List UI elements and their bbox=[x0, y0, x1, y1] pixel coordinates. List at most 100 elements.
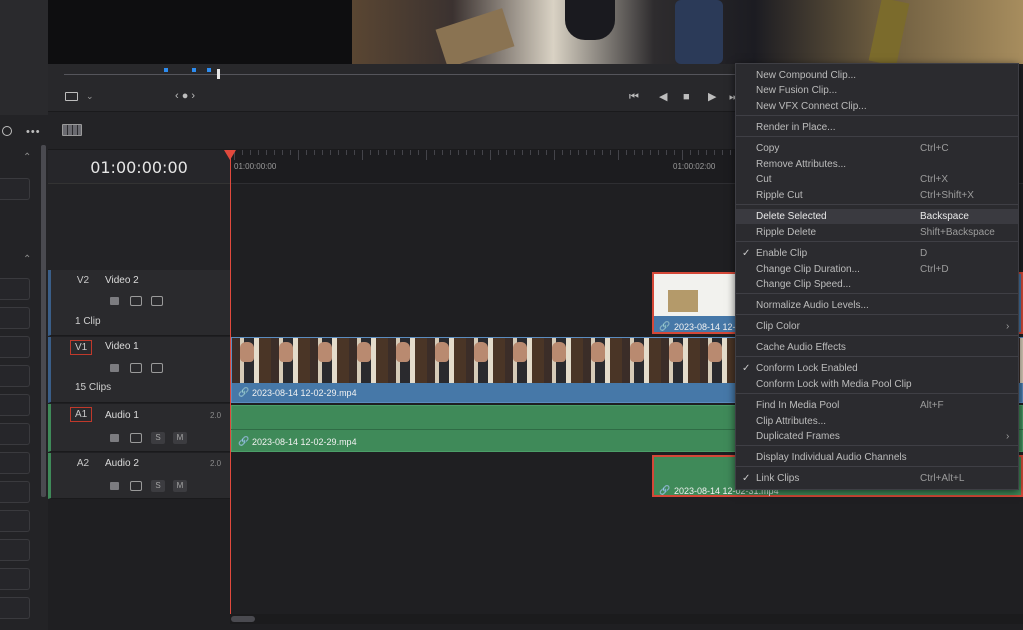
menu-separator bbox=[736, 445, 1018, 446]
menu-item[interactable]: Clip Color › bbox=[736, 319, 1018, 334]
track-name-v2[interactable]: Video 2 bbox=[105, 275, 139, 286]
lock-icon[interactable] bbox=[110, 297, 119, 305]
playhead-handle[interactable] bbox=[224, 150, 236, 160]
menu-item[interactable]: New VFX Connect Clip... bbox=[736, 99, 1018, 114]
chevron-down-icon[interactable]: ⌄ bbox=[86, 91, 94, 102]
menu-item[interactable]: ✓ Conform Lock Enabled bbox=[736, 361, 1018, 376]
ruler-tick bbox=[482, 150, 483, 155]
menu-item[interactable]: New Compound Clip... bbox=[736, 68, 1018, 83]
film-icon[interactable] bbox=[151, 363, 163, 373]
marker[interactable] bbox=[192, 68, 196, 72]
menu-item[interactable]: Copy Ctrl+C bbox=[736, 141, 1018, 156]
auto-select-icon[interactable] bbox=[130, 296, 142, 306]
menu-item[interactable]: Remove Attributes... bbox=[736, 157, 1018, 172]
track-id-a1[interactable]: A1 bbox=[70, 407, 93, 422]
collapse-chevron-icon[interactable]: ⌃ bbox=[23, 254, 31, 265]
timeline-view-options-icon[interactable] bbox=[62, 124, 82, 136]
filmstrip-frame-face bbox=[318, 342, 332, 362]
lock-icon[interactable] bbox=[110, 364, 119, 372]
menu-item[interactable]: Cut Ctrl+X bbox=[736, 172, 1018, 187]
mute-button[interactable]: M bbox=[173, 480, 187, 492]
left-list-item[interactable] bbox=[0, 510, 30, 532]
menu-item[interactable]: Conform Lock with Media Pool Clip bbox=[736, 377, 1018, 392]
menu-item[interactable]: Render in Place... bbox=[736, 120, 1018, 135]
viewer-playhead[interactable] bbox=[217, 69, 220, 79]
timeline-horizontal-scrollbar[interactable] bbox=[230, 614, 1023, 624]
left-scrollbar[interactable] bbox=[41, 145, 46, 497]
check-icon: ✓ bbox=[742, 248, 751, 259]
menu-item-shortcut: Ctrl+X bbox=[920, 174, 949, 185]
mute-button[interactable]: M bbox=[173, 432, 187, 444]
marker[interactable] bbox=[207, 68, 211, 72]
menu-item[interactable]: Clip Attributes... bbox=[736, 414, 1018, 429]
lock-icon[interactable] bbox=[110, 434, 119, 442]
menu-item[interactable]: Ripple Delete Shift+Backspace bbox=[736, 225, 1018, 240]
menu-item[interactable]: Delete Selected Backspace bbox=[736, 209, 1018, 224]
menu-separator bbox=[736, 115, 1018, 116]
menu-item[interactable]: ✓ Enable Clip D bbox=[736, 246, 1018, 261]
menu-item[interactable]: Display Individual Audio Channels bbox=[736, 450, 1018, 465]
menu-item[interactable]: Duplicated Frames › bbox=[736, 429, 1018, 444]
left-list-item[interactable] bbox=[0, 307, 30, 329]
left-list-item[interactable] bbox=[0, 336, 30, 358]
menu-item[interactable]: ✓ Link Clips Ctrl+Alt+L bbox=[736, 471, 1018, 486]
menu-item[interactable]: Change Clip Speed... bbox=[736, 277, 1018, 292]
collapse-chevron-icon[interactable]: ⌃ bbox=[23, 152, 31, 163]
scrollbar-thumb[interactable] bbox=[231, 616, 255, 622]
menu-item[interactable]: Cache Audio Effects bbox=[736, 340, 1018, 355]
chevron-right-icon: › bbox=[1006, 431, 1010, 442]
menu-item-label: Cut bbox=[756, 174, 772, 185]
play-reverse-icon[interactable]: ◀ bbox=[659, 91, 667, 103]
track-name-v1[interactable]: Video 1 bbox=[105, 341, 139, 352]
lock-icon[interactable] bbox=[110, 482, 119, 490]
track-name-a1[interactable]: Audio 1 bbox=[105, 410, 139, 421]
ruler-tick bbox=[626, 150, 627, 155]
menu-item-label: Display Individual Audio Channels bbox=[756, 452, 907, 463]
menu-item[interactable]: Find In Media Pool Alt+F bbox=[736, 398, 1018, 413]
skip-to-start-icon[interactable]: ⏮ bbox=[629, 91, 639, 103]
film-icon[interactable] bbox=[151, 296, 163, 306]
menu-item[interactable]: New Fusion Clip... bbox=[736, 83, 1018, 98]
search-icon[interactable] bbox=[2, 126, 12, 136]
left-list-item[interactable] bbox=[0, 278, 30, 300]
marker[interactable] bbox=[164, 68, 168, 72]
filmstrip-frame-face bbox=[279, 342, 293, 362]
stop-icon[interactable]: ■ bbox=[683, 91, 690, 103]
menu-item-label: Normalize Audio Levels... bbox=[756, 300, 869, 311]
menu-item-label: Delete Selected bbox=[756, 211, 827, 222]
viewer-nav[interactable]: ‹ ● › bbox=[175, 90, 195, 102]
viewer-scrubber[interactable] bbox=[64, 74, 736, 75]
menu-item[interactable]: Normalize Audio Levels... bbox=[736, 298, 1018, 313]
left-list-item[interactable] bbox=[0, 423, 30, 445]
play-icon[interactable]: ▶ bbox=[708, 91, 716, 103]
menu-item[interactable]: Ripple Cut Ctrl+Shift+X bbox=[736, 188, 1018, 203]
left-list-item[interactable] bbox=[0, 539, 30, 561]
filmstrip-frame-face bbox=[435, 342, 449, 362]
ruler-tick bbox=[682, 150, 683, 160]
left-list-item[interactable] bbox=[0, 365, 30, 387]
viewer-frame-detail bbox=[565, 0, 615, 40]
left-list-item[interactable] bbox=[0, 481, 30, 503]
auto-select-icon[interactable] bbox=[130, 481, 142, 491]
left-list-item[interactable] bbox=[0, 394, 30, 416]
solo-button[interactable]: S bbox=[151, 480, 165, 492]
auto-select-icon[interactable] bbox=[130, 363, 142, 373]
crop-icon[interactable] bbox=[65, 92, 78, 101]
track-name-a2[interactable]: Audio 2 bbox=[105, 458, 139, 469]
ruler-tick bbox=[434, 150, 435, 155]
left-list-item[interactable] bbox=[0, 178, 30, 200]
transport-bar bbox=[48, 64, 738, 112]
menu-item[interactable]: Change Clip Duration... Ctrl+D bbox=[736, 262, 1018, 277]
left-list-item[interactable] bbox=[0, 568, 30, 590]
left-list-item[interactable] bbox=[0, 452, 30, 474]
more-options-icon[interactable]: ••• bbox=[26, 126, 41, 138]
clip-name-a1: 2023-08-14 12-02-29.mp4 bbox=[252, 437, 357, 447]
timeline-playhead[interactable] bbox=[230, 152, 231, 617]
left-list-item[interactable] bbox=[0, 597, 30, 619]
track-id-v2[interactable]: V2 bbox=[74, 275, 92, 286]
auto-select-icon[interactable] bbox=[130, 433, 142, 443]
timeline-timecode[interactable]: 01:00:00:00 bbox=[48, 158, 230, 177]
solo-button[interactable]: S bbox=[151, 432, 165, 444]
track-id-a2[interactable]: A2 bbox=[74, 458, 92, 469]
track-id-v1[interactable]: V1 bbox=[70, 340, 93, 355]
